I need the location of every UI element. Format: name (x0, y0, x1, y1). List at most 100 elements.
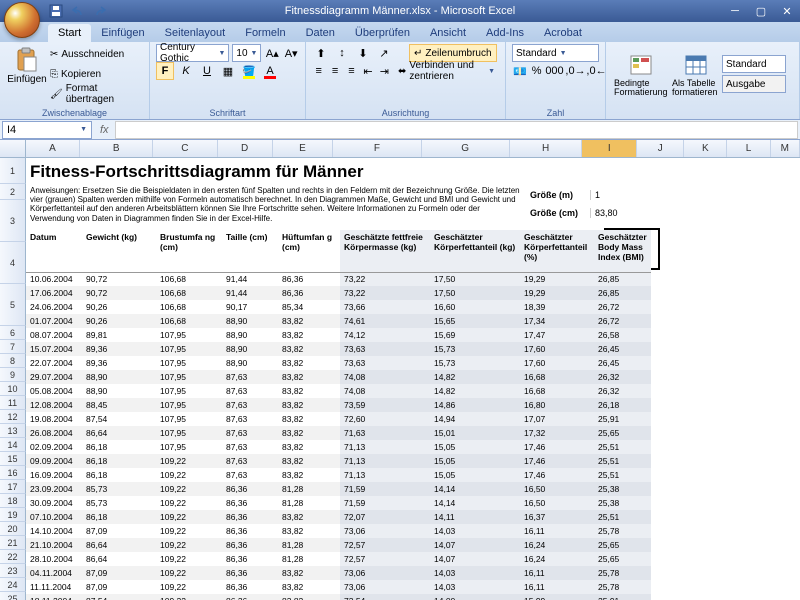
col-header-K[interactable]: K (684, 140, 727, 157)
table-cell[interactable]: 15,05 (430, 468, 520, 482)
table-cell[interactable]: 83,82 (278, 454, 340, 468)
table-cell[interactable]: 86,18 (82, 440, 156, 454)
table-cell[interactable]: 85,34 (278, 300, 340, 314)
table-cell[interactable]: 26,32 (594, 370, 651, 384)
table-cell[interactable]: 88,90 (222, 356, 278, 370)
row-header-8[interactable]: 8 (0, 354, 26, 368)
table-cell[interactable]: 86,36 (222, 594, 278, 600)
bold-button[interactable]: F (156, 62, 174, 80)
font-color-button[interactable]: A (261, 62, 279, 80)
row-header-7[interactable]: 7 (0, 340, 26, 354)
table-cell[interactable]: 73,22 (340, 272, 430, 286)
percent-icon[interactable]: % (531, 62, 543, 80)
table-cell[interactable]: 87,63 (222, 454, 278, 468)
table-cell[interactable]: 72,07 (340, 510, 430, 524)
ribbon-tab-einfügen[interactable]: Einfügen (91, 24, 154, 42)
table-cell[interactable]: 24.06.2004 (26, 300, 82, 314)
table-cell[interactable]: 83,82 (278, 314, 340, 328)
table-cell[interactable]: 87,54 (82, 412, 156, 426)
table-cell[interactable]: 88,90 (222, 328, 278, 342)
table-cell[interactable]: 26,32 (594, 384, 651, 398)
table-cell[interactable]: 107,95 (156, 384, 222, 398)
table-cell[interactable]: 87,63 (222, 468, 278, 482)
table-cell[interactable]: 106,68 (156, 272, 222, 286)
italic-button[interactable]: K (177, 62, 195, 80)
table-cell[interactable]: 71,59 (340, 496, 430, 510)
table-cell[interactable]: 30.09.2004 (26, 496, 82, 510)
col-header-G[interactable]: G (422, 140, 510, 157)
table-cell[interactable]: 73,59 (340, 398, 430, 412)
table-cell[interactable]: 83,82 (278, 426, 340, 440)
select-all-corner[interactable] (0, 140, 26, 157)
row-header-1[interactable]: 1 (0, 158, 26, 184)
table-cell[interactable]: 22.07.2004 (26, 356, 82, 370)
table-cell[interactable]: 86,36 (222, 510, 278, 524)
cell-style-output[interactable]: Ausgabe (722, 75, 786, 93)
table-cell[interactable]: 19,29 (520, 286, 594, 300)
table-cell[interactable]: 83,82 (278, 384, 340, 398)
table-cell[interactable]: 14,03 (430, 566, 520, 580)
table-cell[interactable]: 15.07.2004 (26, 342, 82, 356)
table-cell[interactable]: 26.08.2004 (26, 426, 82, 440)
table-cell[interactable]: 83,82 (278, 566, 340, 580)
number-format-combo[interactable]: Standard▼ (512, 44, 599, 62)
table-cell[interactable]: 106,68 (156, 314, 222, 328)
ribbon-tab-formeln[interactable]: Formeln (235, 24, 295, 42)
table-cell[interactable]: 02.09.2004 (26, 440, 82, 454)
table-cell[interactable]: 73,54 (340, 594, 430, 600)
office-button[interactable] (4, 2, 40, 38)
table-cell[interactable]: 83,82 (278, 412, 340, 426)
table-cell[interactable]: 17,50 (430, 272, 520, 286)
table-cell[interactable]: 89,36 (82, 356, 156, 370)
table-cell[interactable]: 25,91 (594, 412, 651, 426)
row-header-15[interactable]: 15 (0, 452, 26, 466)
table-cell[interactable]: 87,63 (222, 440, 278, 454)
table-cell[interactable]: 90,72 (82, 272, 156, 286)
table-cell[interactable]: 86,36 (222, 538, 278, 552)
cells-area[interactable]: Fitness-Fortschrittsdiagramm für Männer … (26, 158, 800, 600)
table-cell[interactable]: 109,22 (156, 496, 222, 510)
table-cell[interactable]: 17.06.2004 (26, 286, 82, 300)
indent-decrease-icon[interactable]: ⇤ (361, 62, 374, 80)
table-cell[interactable]: 14,00 (430, 594, 520, 600)
table-cell[interactable]: 83,82 (278, 356, 340, 370)
table-cell[interactable]: 109,22 (156, 482, 222, 496)
table-cell[interactable]: 86,18 (82, 454, 156, 468)
row-header-2[interactable]: 2 (0, 184, 26, 200)
table-cell[interactable]: 14,07 (430, 552, 520, 566)
ribbon-tab-überprüfen[interactable]: Überprüfen (345, 24, 420, 42)
align-right-icon[interactable]: ≡ (345, 62, 358, 80)
row-header-11[interactable]: 11 (0, 396, 26, 410)
table-cell[interactable]: 91,44 (222, 286, 278, 300)
table-cell[interactable]: 21.10.2004 (26, 538, 82, 552)
table-cell[interactable]: 01.07.2004 (26, 314, 82, 328)
table-cell[interactable]: 83,82 (278, 524, 340, 538)
table-cell[interactable]: 26,58 (594, 328, 651, 342)
table-cell[interactable]: 14,03 (430, 580, 520, 594)
table-cell[interactable]: 25,65 (594, 426, 651, 440)
ribbon-tab-ansicht[interactable]: Ansicht (420, 24, 476, 42)
table-cell[interactable]: 23.09.2004 (26, 482, 82, 496)
table-cell[interactable]: 25,38 (594, 496, 651, 510)
table-cell[interactable]: 12.08.2004 (26, 398, 82, 412)
table-cell[interactable]: 86,64 (82, 538, 156, 552)
table-cell[interactable]: 14,82 (430, 384, 520, 398)
table-cell[interactable]: 17,34 (520, 314, 594, 328)
decrease-decimal-icon[interactable]: ,0← (587, 62, 605, 80)
table-cell[interactable]: 17,46 (520, 440, 594, 454)
paste-button[interactable]: Einfügen (6, 44, 48, 104)
table-cell[interactable]: 74,08 (340, 384, 430, 398)
col-header-H[interactable]: H (510, 140, 583, 157)
table-cell[interactable]: 81,28 (278, 496, 340, 510)
table-cell[interactable]: 18,39 (520, 300, 594, 314)
row-header-22[interactable]: 22 (0, 550, 26, 564)
table-cell[interactable]: 17,47 (520, 328, 594, 342)
col-header-A[interactable]: A (26, 140, 81, 157)
table-cell[interactable]: 86,36 (222, 580, 278, 594)
table-cell[interactable]: 17,50 (430, 286, 520, 300)
table-cell[interactable]: 71,13 (340, 440, 430, 454)
table-cell[interactable]: 85,73 (82, 496, 156, 510)
table-cell[interactable]: 25,78 (594, 580, 651, 594)
table-cell[interactable]: 14,14 (430, 496, 520, 510)
row-header-3[interactable]: 3 (0, 200, 26, 242)
